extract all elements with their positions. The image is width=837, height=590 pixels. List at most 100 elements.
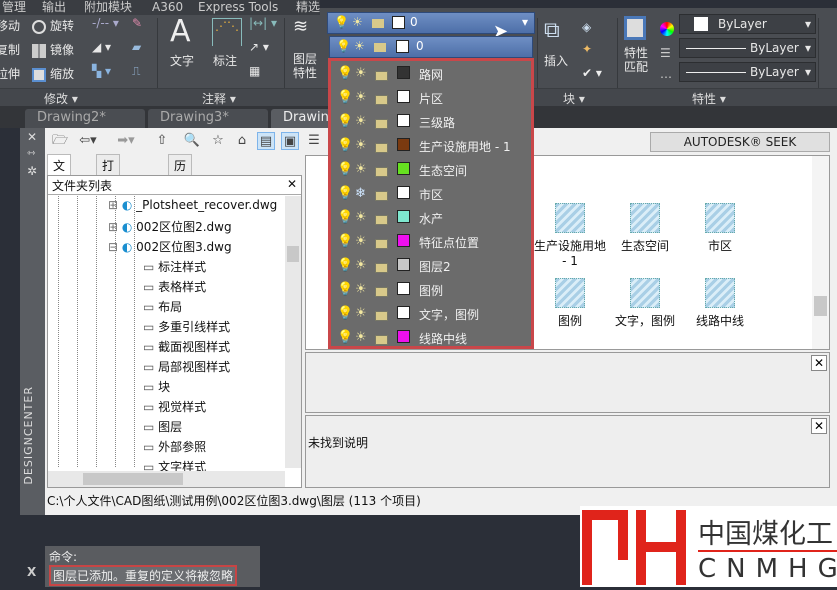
tree-drawing-node[interactable]: ⊞ ◐ 002区位图2.dwg — [108, 218, 232, 235]
expand-toggle-icon[interactable]: ⊞ — [108, 220, 122, 234]
layer-option[interactable]: 💡 ☀ 图层2 — [331, 254, 531, 278]
dimension-button[interactable]: 标注 — [213, 52, 237, 69]
block-panel-title[interactable]: 块 ▾ — [563, 90, 585, 107]
tree-category-node[interactable]: ▭ 外部参照 — [143, 438, 206, 455]
layer-option[interactable]: 💡 ☀ 片区 — [331, 86, 531, 110]
layer-select[interactable]: 💡 ☀ 0 ▾ ➤ — [327, 12, 535, 42]
tree-category-node[interactable]: ▭ 布局 — [143, 298, 182, 315]
autohide-icon[interactable]: ⇿ — [27, 148, 35, 159]
preview-toggle-icon[interactable]: ▣ — [281, 132, 299, 150]
expand-toggle-icon[interactable]: ⊞ — [108, 198, 122, 212]
autodesk-seek-button[interactable]: AUTODESK® SEEK — [650, 132, 830, 152]
close-command-icon[interactable]: X — [27, 565, 36, 579]
tree-view-toggle-icon[interactable]: ▤ — [257, 132, 275, 150]
tree-category-node[interactable]: ▭ 图层 — [143, 418, 182, 435]
back-icon[interactable]: ⇦▾ — [79, 132, 97, 150]
erase-icon[interactable]: ✎ — [132, 16, 142, 30]
layer-option[interactable]: 💡 ☀ 生态空间 — [331, 158, 531, 182]
layer-option[interactable]: 💡 ☀ 线路中线 — [331, 326, 531, 350]
search-icon[interactable]: 🔍 — [183, 132, 201, 150]
layer-option[interactable]: 💡 ☀ 路网 — [331, 62, 531, 86]
menu-output[interactable]: 输出 — [42, 0, 66, 14]
tree-category-node[interactable]: ▭ 局部视图样式 — [143, 358, 230, 375]
favorites-icon[interactable]: ☆ — [209, 132, 227, 150]
layer-option-selected[interactable]: 💡 ☀ 0 — [329, 36, 533, 58]
insert-button[interactable]: 插入 — [544, 52, 568, 69]
menu-featured-apps[interactable]: 精选应用 — [296, 0, 320, 14]
load-icon[interactable]: 🗁 — [51, 132, 69, 150]
forward-icon[interactable]: ➡▾ — [117, 132, 135, 150]
color-select[interactable]: ByLayer ▾ — [679, 14, 816, 34]
edit-block-icon[interactable]: ✦ — [582, 42, 592, 56]
layer-option[interactable]: 💡 ☀ 三级路 — [331, 110, 531, 134]
mirror-button[interactable]: 镜像 — [32, 41, 74, 58]
close-preview-button[interactable]: ✕ — [811, 355, 827, 371]
block-attribute-icon[interactable]: ✔ ▾ — [582, 66, 602, 80]
layer-content-item[interactable]: 市区 — [681, 203, 759, 254]
scale-button[interactable]: 缩放 — [32, 65, 74, 82]
command-line[interactable]: 命令: 图层已添加。重复的定义将被忽略 — [45, 546, 260, 587]
content-scrollbar[interactable] — [812, 156, 829, 349]
create-block-icon[interactable]: ◈ — [582, 20, 591, 34]
layer-option[interactable]: 💡 ☀ 水产 — [331, 206, 531, 230]
menu-addins[interactable]: 附加模块 — [84, 0, 132, 14]
tab-folders[interactable]: 文件夹 — [47, 154, 72, 207]
offset-icon[interactable]: ⎍ — [132, 64, 140, 79]
layer-option[interactable]: 💡 ☀ 特征点位置 — [331, 230, 531, 254]
menu-manage[interactable]: 管理 — [2, 0, 26, 14]
explode-icon[interactable]: ▰ — [132, 40, 141, 54]
tree-vertical-scrollbar[interactable] — [285, 196, 301, 468]
tree-drawing-node[interactable]: ⊟ ◐ 002区位图3.dwg — [108, 238, 232, 255]
home-icon[interactable]: ⌂ — [233, 132, 251, 150]
fillet-button[interactable]: ◢ ▾ — [92, 40, 111, 54]
description-toggle-icon[interactable]: ☰ — [305, 132, 323, 150]
properties-icon[interactable]: ✲ — [27, 164, 37, 178]
trim-button[interactable]: -/-- ▾ — [92, 16, 119, 30]
linear-dim-icon[interactable]: |↔| ▾ — [249, 16, 277, 30]
layer-option[interactable]: 💡 ☀ 生产设施用地 - 1 — [331, 134, 531, 158]
layer-properties-button[interactable]: 图层 特性 — [293, 52, 317, 80]
tab-drawing2[interactable]: Drawing2* — [25, 109, 145, 128]
copy-button[interactable]: 复制 — [0, 41, 20, 58]
match-properties-button[interactable]: 特性 匹配 — [624, 46, 648, 74]
close-description-button[interactable]: ✕ — [811, 418, 827, 434]
layer-content-item[interactable]: 文字，图例 — [606, 278, 684, 329]
close-icon[interactable]: ✕ — [27, 130, 37, 144]
properties-panel-title[interactable]: 特性 ▾ — [692, 90, 726, 107]
tree-category-node[interactable]: ▭ 表格样式 — [143, 278, 206, 295]
expand-toggle-icon[interactable]: ⊟ — [108, 240, 122, 254]
lineweight-select[interactable]: ByLayer ▾ — [679, 38, 816, 58]
tree-category-node[interactable]: ▭ 标注样式 — [143, 258, 206, 275]
stretch-button[interactable]: 拉伸 — [0, 65, 20, 82]
array-button[interactable]: ▚ ▾ — [92, 64, 111, 78]
layer-option[interactable]: 💡 ☀ 文字，图例 — [331, 302, 531, 326]
close-icon[interactable]: ✕ — [287, 177, 297, 191]
table-icon[interactable]: ▦ — [249, 64, 260, 78]
menu-a360[interactable]: A360 — [152, 0, 183, 14]
up-icon[interactable]: ⇧ — [153, 132, 171, 150]
linetype-select[interactable]: ByLayer ▾ — [679, 62, 816, 82]
designcenter-titlebar[interactable]: ✕ ⇿ ✲ DESIGNCENTER — [20, 128, 45, 515]
layer-content-item[interactable]: 线路中线 — [681, 278, 759, 329]
tab-open-drawings[interactable]: 打开的图形 — [96, 154, 121, 241]
layer-content-item[interactable]: 生产设施用地 - 1 — [531, 203, 609, 268]
layer-content-item[interactable]: 生态空间 — [606, 203, 684, 254]
tree-category-node[interactable]: ▭ 块 — [143, 378, 170, 395]
layer-option[interactable]: 💡 ☀ 图例 — [331, 278, 531, 302]
modify-panel-title[interactable]: 修改 ▾ — [44, 90, 78, 107]
chevron-down-icon[interactable]: ▾ — [522, 15, 528, 29]
tree-category-node[interactable]: ▭ 截面视图样式 — [143, 338, 230, 355]
tree-drawing-node[interactable]: ⊞ ◐ _Plotsheet_recover.dwg — [108, 198, 277, 212]
leader-icon[interactable]: ↗ ▾ — [249, 40, 269, 54]
layer-content-item[interactable]: 图例 — [531, 278, 609, 329]
tab-history[interactable]: 历史记录 — [168, 154, 193, 224]
annotation-panel-title[interactable]: 注释 ▾ — [202, 90, 236, 107]
layer-option[interactable]: 💡 ❄ 市区 — [331, 182, 531, 206]
rotate-button[interactable]: 旋转 — [32, 17, 74, 34]
tree-horizontal-scrollbar[interactable] — [48, 471, 285, 487]
tree-category-node[interactable]: ▭ 多重引线样式 — [143, 318, 230, 335]
text-button[interactable]: 文字 — [170, 52, 194, 69]
move-button[interactable]: 移动 — [0, 17, 20, 34]
menu-express-tools[interactable]: Express Tools — [198, 0, 278, 14]
tab-drawing3[interactable]: Drawing3* — [148, 109, 268, 128]
